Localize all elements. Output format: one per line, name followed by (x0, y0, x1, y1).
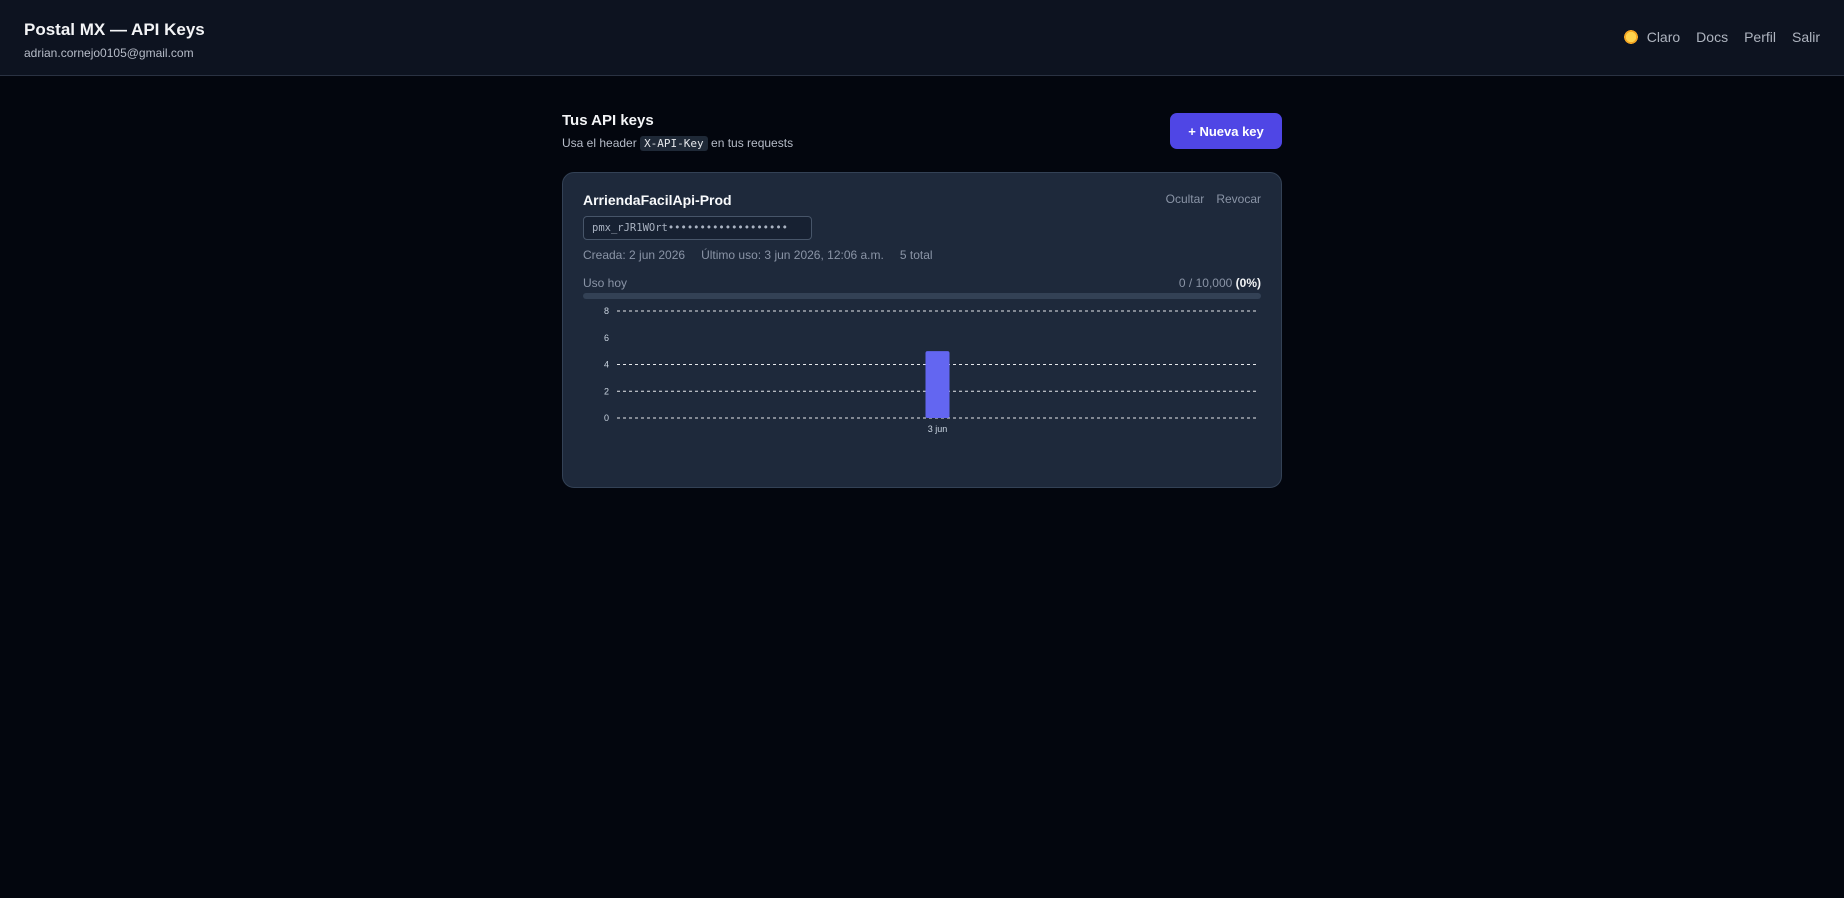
key-meta: Creada: 2 jun 2026 Último uso: 3 jun 202… (583, 248, 933, 262)
sun-icon (1622, 29, 1639, 45)
y-tick-label: 0 (604, 413, 609, 423)
key-name: ArriendaFacilApi-Prod (583, 192, 732, 208)
header-code-tag: X-API-Key (640, 136, 708, 151)
y-tick-label: 4 (604, 360, 609, 370)
user-email: adrian.cornejo0105@gmail.com (24, 46, 194, 60)
new-key-button[interactable]: + Nueva key (1170, 113, 1282, 149)
total-requests: 5 total (899, 248, 933, 262)
revoke-key-button[interactable]: Revocar (1216, 192, 1261, 206)
hide-key-button[interactable]: Ocultar (1166, 192, 1205, 206)
x-tick-label: 3 jun (928, 424, 948, 434)
usage-count: 0 / 10,000 (1178, 276, 1233, 290)
app-title: Postal MX — API Keys (24, 20, 205, 39)
usage-value: 0 / 10,000 (0%) (1179, 276, 1261, 290)
theme-toggle-label: Claro (1646, 29, 1681, 45)
y-tick-label: 8 (604, 306, 609, 316)
subtitle-text-before: Usa el header (562, 136, 637, 150)
logout-link[interactable]: Salir (1792, 29, 1820, 45)
api-key-card: ArriendaFacilApi-Prod Ocultar Revocar pm… (562, 172, 1282, 488)
last-used: Último uso: 3 jun 2026, 12:06 a.m. (701, 248, 884, 262)
masked-key-field[interactable]: pmx_rJR1WOrt••••••••••••••••••• (583, 216, 812, 240)
y-tick-label: 2 (604, 386, 609, 396)
created-date: Creada: 2 jun 2026 (583, 248, 686, 262)
profile-link[interactable]: Perfil (1744, 29, 1776, 45)
top-bar: Postal MX — API Keys adrian.cornejo0105@… (0, 0, 1844, 76)
card-actions: Ocultar Revocar (1166, 192, 1261, 206)
docs-link[interactable]: Docs (1696, 29, 1728, 45)
usage-chart: 0 2 4 6 8 3 jun (604, 306, 1258, 434)
top-nav: Claro Docs Perfil Salir (1622, 29, 1820, 45)
usage-progress-bar (583, 293, 1261, 299)
y-tick-label: 6 (604, 333, 609, 343)
chart-bar[interactable] (925, 351, 950, 418)
subtitle-text-after: en tus requests (711, 136, 794, 150)
theme-toggle[interactable]: Claro (1622, 29, 1681, 45)
usage-label: Uso hoy (583, 276, 628, 290)
usage-percent: (0%) (1235, 276, 1261, 290)
